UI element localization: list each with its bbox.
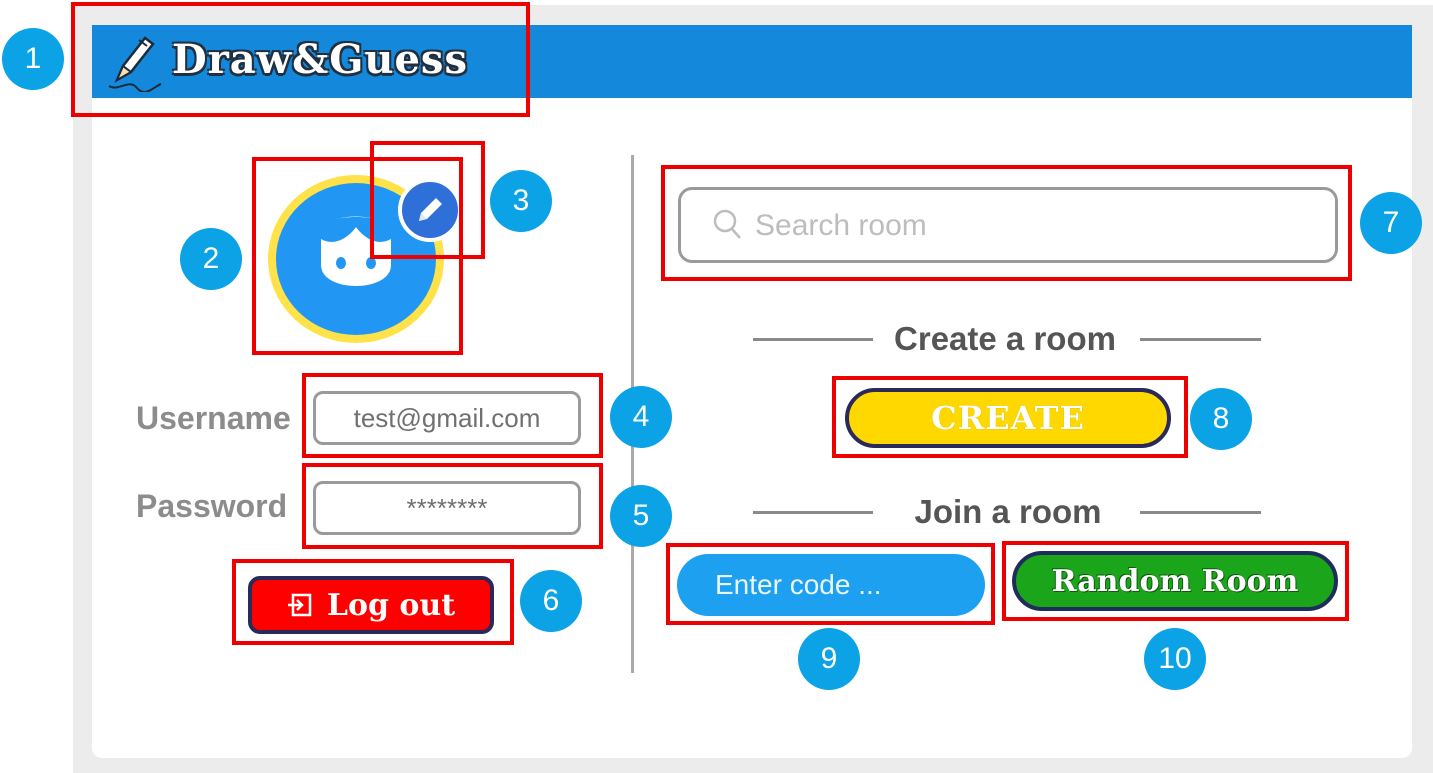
logout-icon	[287, 593, 312, 617]
annotation-badge: 3	[490, 170, 552, 232]
password-field[interactable]	[313, 481, 581, 535]
separator-line	[753, 511, 873, 514]
join-room-heading: Join a room	[914, 493, 1102, 530]
annotation-badge: 10	[1144, 628, 1206, 690]
search-box[interactable]	[678, 187, 1338, 263]
create-room-heading: Create a room	[894, 320, 1116, 357]
app-title: Draw&Guess	[172, 36, 468, 83]
annotation-badge: 8	[1190, 388, 1252, 450]
annotation-badge: 6	[520, 570, 582, 632]
annotation-badge: 9	[798, 628, 860, 690]
annotation-badge: 2	[180, 228, 242, 290]
create-button[interactable]: CREATE	[845, 388, 1171, 448]
search-input[interactable]	[753, 202, 1317, 250]
logout-label: Log out	[326, 587, 456, 623]
pencil-icon	[108, 36, 162, 92]
pencil-edit-icon	[419, 198, 442, 221]
username-label: Username	[136, 400, 291, 436]
random-room-button[interactable]: Random Room	[1012, 551, 1338, 611]
edit-avatar-button[interactable]	[398, 178, 462, 242]
username-field[interactable]	[313, 391, 581, 445]
annotation-badge: 4	[610, 386, 672, 448]
password-label: Password	[136, 488, 288, 524]
search-icon	[713, 209, 741, 239]
separator-line	[1140, 338, 1261, 341]
annotation-badge: 5	[610, 485, 672, 547]
logout-button[interactable]: Log out	[248, 576, 494, 634]
separator-line	[1140, 511, 1261, 514]
annotation-badge: 1	[2, 28, 64, 90]
annotation-badge: 7	[1360, 192, 1422, 254]
room-code-input[interactable]	[677, 554, 985, 616]
